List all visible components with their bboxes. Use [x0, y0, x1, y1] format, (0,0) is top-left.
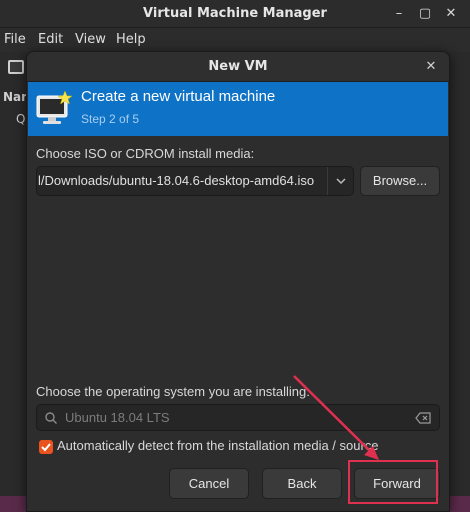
chevron-down-icon[interactable] — [334, 174, 348, 188]
search-icon — [45, 412, 57, 424]
browse-button[interactable]: Browse... — [360, 166, 440, 196]
forward-highlight-box — [348, 460, 438, 504]
menu-edit[interactable]: Edit — [38, 32, 63, 47]
os-label: Choose the operating system you are inst… — [36, 384, 310, 399]
iso-media-label: Choose ISO or CDROM install media: — [36, 146, 255, 161]
combo-divider — [327, 167, 328, 195]
minimize-icon[interactable]: – — [388, 3, 410, 25]
dialog-titlebar: New VM ✕ — [27, 52, 449, 82]
maximize-icon[interactable]: ▢ — [414, 3, 436, 25]
dialog-title: New VM — [208, 59, 268, 74]
iso-path-combobox[interactable]: l/Downloads/ubuntu-18.04.6-desktop-amd64… — [36, 166, 354, 196]
close-icon[interactable]: ✕ — [440, 3, 462, 25]
menu-file[interactable]: File — [4, 32, 26, 47]
clear-text-icon[interactable] — [415, 411, 431, 425]
monitor-icon[interactable] — [8, 60, 24, 74]
os-search-placeholder: Ubuntu 18.04 LTS — [65, 410, 170, 425]
new-vm-monitor-icon — [36, 90, 73, 124]
auto-detect-checkbox[interactable] — [39, 440, 53, 454]
wizard-title: Create a new virtual machine — [81, 88, 276, 105]
back-button[interactable]: Back — [262, 468, 342, 499]
vm-list-column-header[interactable]: Nar — [3, 90, 27, 104]
checkmark-icon — [41, 443, 51, 452]
menu-help[interactable]: Help — [116, 32, 146, 47]
auto-detect-label[interactable]: Automatically detect from the installati… — [57, 438, 379, 453]
close-icon[interactable]: ✕ — [421, 57, 441, 77]
os-search-input[interactable]: Ubuntu 18.04 LTS — [36, 404, 440, 431]
menu-view[interactable]: View — [75, 32, 106, 47]
wizard-banner: Create a new virtual machine Step 2 of 5 — [28, 82, 448, 136]
iso-path-value[interactable]: l/Downloads/ubuntu-18.04.6-desktop-amd64… — [38, 173, 323, 188]
main-window-titlebar: Virtual Machine Manager – ▢ ✕ — [0, 0, 470, 28]
menubar: File Edit View Help — [0, 28, 470, 52]
vm-list-row[interactable]: Q — [16, 112, 25, 126]
cancel-button[interactable]: Cancel — [169, 468, 249, 499]
wizard-step: Step 2 of 5 — [81, 112, 140, 126]
new-vm-dialog: New VM ✕ Create a new virtual machine St… — [26, 51, 450, 512]
